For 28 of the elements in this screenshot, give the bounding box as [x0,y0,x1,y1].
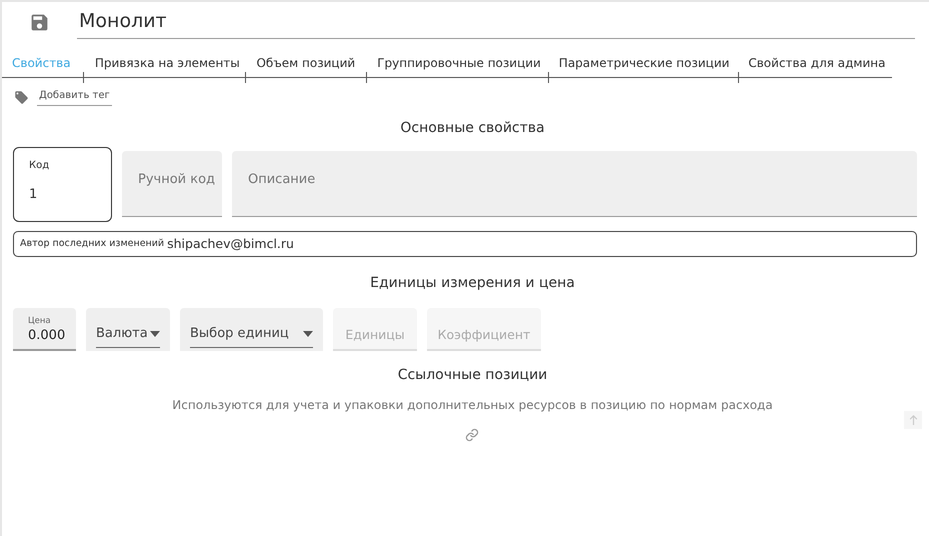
dropdown-value: Валюта [96,325,148,343]
section-heading: Основные свойства [399,119,546,138]
link-icon[interactable] [464,428,478,442]
scroll-top-button[interactable] [904,411,922,429]
text-field[interactable]: Ручной код [122,151,222,217]
tab[interactable]: Группировочные позиции [365,48,547,77]
dropdown-value: Выбор единиц [190,325,289,343]
save-icon[interactable] [29,12,50,32]
section-heading: Ссылочные позиции [396,366,548,385]
tab[interactable]: Привязка на элементы [82,48,244,77]
tab[interactable]: Свойства для админа [736,48,892,77]
tab[interactable]: Параметрические позиции [546,48,736,77]
text-field[interactable]: Код 1 [13,147,112,222]
arrow-up-icon [908,415,918,425]
tab[interactable]: Объем позиций [244,48,366,77]
text-field[interactable]: Цена 0.000 [13,308,76,351]
author-label: Автор последних изменений [20,236,164,251]
section-description: Используются для учета и упаковки дополнительных ресурсов в позицию по нормам расхода [171,397,774,414]
add-tag-button[interactable]: Добавить тег [37,88,112,106]
text-field[interactable]: Описание [232,151,917,217]
caret-icon [303,330,313,337]
title-field[interactable]: Монолит [77,5,915,39]
dropdown-field[interactable]: Валюта [86,308,170,351]
tag-icon [14,90,29,104]
dropdown-field[interactable]: Выбор единиц [180,308,323,351]
caret-icon [150,330,160,337]
author-email: shipachev@bimcl.ru [167,234,294,253]
section-heading: Единицы измерения и цена [369,274,576,293]
